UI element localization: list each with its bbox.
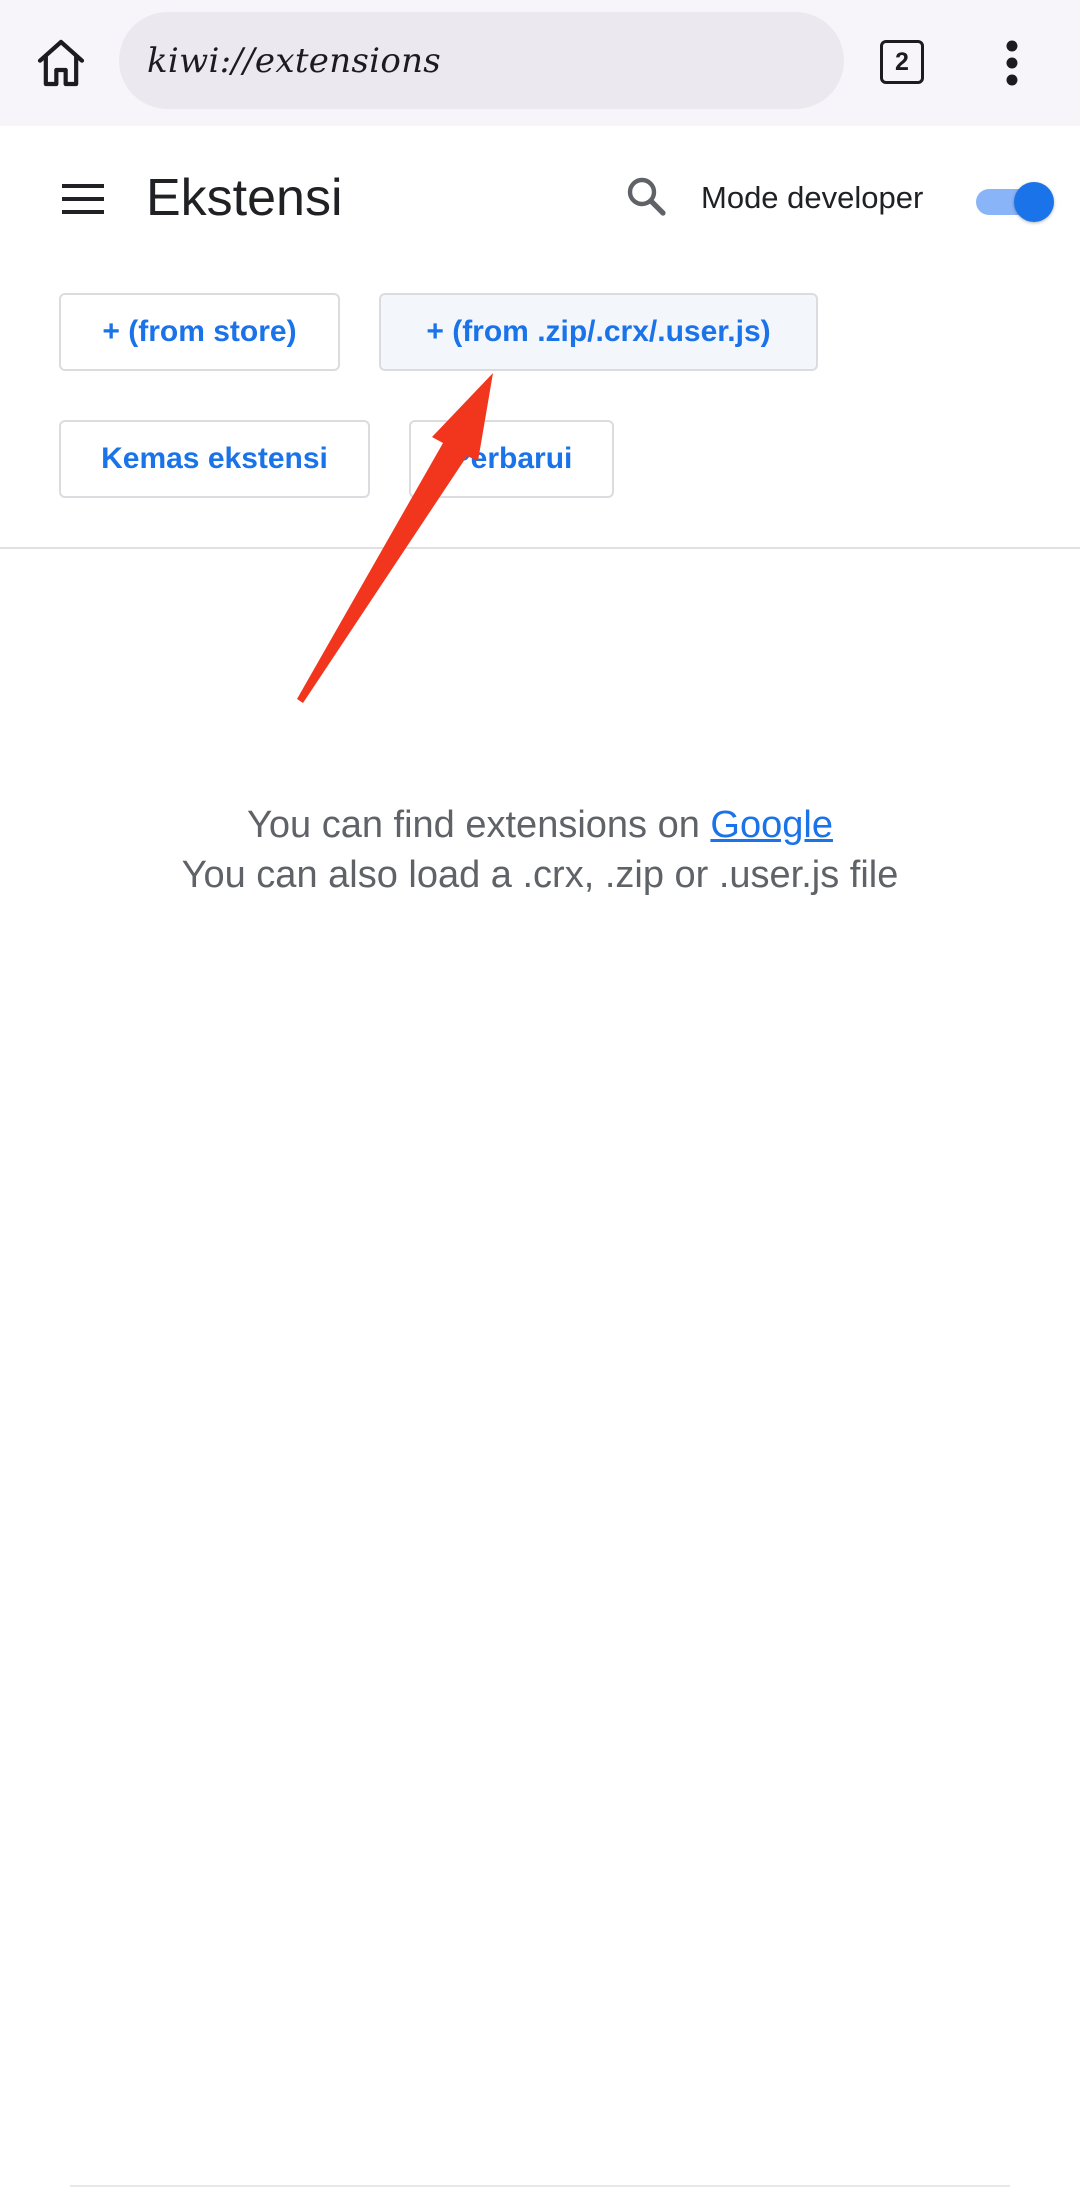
url-text: kiwi://extensions	[147, 40, 442, 81]
developer-mode-label: Mode developer	[701, 180, 924, 215]
search-icon	[627, 177, 666, 216]
empty-state-message: You can find extensions on Google You ca…	[0, 800, 1080, 900]
empty-line-1-text: You can find extensions on	[247, 804, 711, 846]
google-link[interactable]: Google	[710, 804, 833, 846]
more-vert-icon	[1006, 40, 1018, 86]
empty-line-2: You can also load a .crx, .zip or .user.…	[181, 854, 899, 896]
annotation-arrow-icon	[297, 373, 493, 703]
menu-icon	[62, 184, 104, 214]
tab-switcher-button[interactable]: 2	[880, 40, 924, 84]
empty-line-1: You can find extensions on Google	[0, 800, 1080, 850]
divider	[0, 547, 1080, 549]
address-bar[interactable]: kiwi://extensions	[119, 12, 844, 109]
menu-button[interactable]	[60, 182, 106, 216]
more-menu-button[interactable]	[990, 34, 1034, 92]
extensions-page: kiwi://extensions 2 Ekstensi Mode develo…	[0, 0, 1080, 2189]
page-title: Ekstensi	[146, 169, 343, 227]
home-icon	[37, 39, 85, 87]
toggle-knob	[1014, 182, 1054, 222]
home-button[interactable]	[26, 28, 96, 98]
search-button[interactable]	[622, 172, 670, 220]
developer-mode-toggle[interactable]	[974, 180, 1054, 222]
bottom-edge-line	[70, 2185, 1010, 2187]
browser-toolbar: kiwi://extensions 2	[0, 0, 1080, 126]
tab-count: 2	[895, 47, 909, 76]
